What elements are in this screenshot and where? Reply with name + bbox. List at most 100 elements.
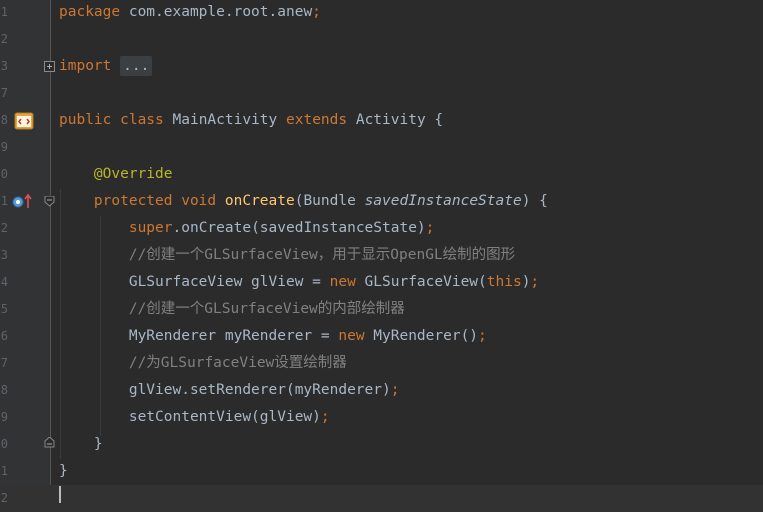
override-method-icon[interactable] [12,193,34,209]
code-token: ) { [521,193,548,209]
code-token: ; [390,382,400,398]
line-number: 1 [0,464,8,478]
code-line[interactable]: 1} [0,458,763,485]
code-token: extends [286,112,356,128]
fold-collapse-icon[interactable] [44,196,55,207]
line-code: //为GLSurfaceView设置绘制器 [59,350,347,377]
code-line[interactable]: 0 @Override [0,161,763,188]
code-token: new [338,328,374,344]
indent-guide [100,216,101,436]
code-line[interactable]: 1 protected void onCreate(Bundle savedIn… [0,188,763,215]
code-line[interactable]: 7 [0,80,763,107]
android-activity-icon[interactable] [14,112,34,130]
code-token: (Bundle [294,193,365,209]
line-number: 5 [0,302,8,316]
line-number: 7 [0,356,8,370]
code-token: package [59,4,129,20]
line-code: super.onCreate(savedInstanceState); [59,215,435,242]
code-token: Activity { [355,112,444,128]
code-line[interactable]: 0 } [0,431,763,458]
line-code: @Override [59,161,173,188]
line-number: 6 [0,329,8,343]
code-token: @Override [93,166,173,182]
line-code: public class MainActivity extends Activi… [59,107,443,134]
code-token: ; [478,328,487,344]
line-code: } [59,458,68,485]
code-line[interactable]: 6 MyRenderer myRenderer = new MyRenderer… [0,323,763,350]
line-number: 2 [0,32,8,46]
code-line[interactable]: 8 glView.setRenderer(myRenderer); [0,377,763,404]
line-code: import ... [59,53,153,80]
code-token: onCreate [224,193,295,209]
line-number: 1 [0,194,8,208]
line-number: 2 [0,491,8,505]
code-token: ; [530,274,540,290]
line-code: protected void onCreate(Bundle savedInst… [59,188,548,215]
line-code: //创建一个GLSurfaceView的内部绘制器 [59,296,405,323]
code-token: protected void [93,193,225,209]
line-code: //创建一个GLSurfaceView，用于显示OpenGL绘制的图形 [59,242,515,269]
code-token: GLSurfaceView( [364,274,487,290]
line-number: 1 [0,5,8,19]
code-token: //创建一个GLSurfaceView的内部绘制器 [128,301,405,317]
line-number: 7 [0,86,8,100]
line-number: 3 [0,59,8,73]
indent-guide [60,189,61,459]
line-number: 4 [0,275,8,289]
code-token: savedInstanceState [364,193,522,209]
code-line[interactable]: 2 [0,26,763,53]
code-token: public class [59,112,173,128]
line-number: 9 [0,410,8,424]
line-code: package com.example.root.anew; [59,0,321,26]
code-line[interactable]: 9 [0,134,763,161]
line-number: 0 [0,437,8,451]
code-line[interactable]: 5 //创建一个GLSurfaceView的内部绘制器 [0,296,763,323]
code-token: super [128,220,173,236]
line-code: GLSurfaceView glView = new GLSurfaceView… [59,269,539,296]
line-code: glView.setRenderer(myRenderer); [59,377,400,404]
code-line[interactable]: 2 [0,485,763,512]
code-token: ; [425,220,435,236]
code-token: ; [320,409,330,425]
line-code: } [59,431,103,458]
code-line[interactable]: 2 super.onCreate(savedInstanceState); [0,215,763,242]
line-number: 8 [0,383,8,397]
code-line[interactable]: 1 package com.example.root.anew; [0,0,763,26]
code-token: } [59,436,103,452]
code-token: MainActivity [172,112,286,128]
code-token: .onCreate(savedInstanceState) [172,220,426,236]
code-token: setContentView(glView) [59,409,321,425]
code-token: this [486,274,522,290]
code-line[interactable]: 3 import ... [0,53,763,80]
code-token: glView.setRenderer(myRenderer) [59,382,391,398]
line-number: 0 [0,167,8,181]
code-line[interactable]: 7 //为GLSurfaceView设置绘制器 [0,350,763,377]
line-number: 2 [0,221,8,235]
code-line[interactable]: 3 //创建一个GLSurfaceView，用于显示OpenGL绘制的图形 [0,242,763,269]
code-line[interactable]: 4 GLSurfaceView glView = new GLSurfaceVi… [0,269,763,296]
folded-imports[interactable]: ... [120,56,153,76]
code-token: } [59,463,68,479]
fold-end-icon[interactable] [44,437,55,448]
code-line[interactable]: 9 setContentView(glView); [0,404,763,431]
line-number: 3 [0,248,8,262]
line-code: MyRenderer myRenderer = new MyRenderer()… [59,323,487,350]
code-token: com.example.root.anew [128,4,313,20]
fold-expand-icon[interactable] [44,61,55,72]
code-token: ; [312,4,321,20]
text-caret [59,486,61,503]
code-token: new [329,274,365,290]
line-number: 9 [0,140,8,154]
line-number: 8 [0,113,8,127]
code-line[interactable]: 8 public class MainActivity extends Activ… [0,107,763,134]
code-token: import [59,58,121,74]
code-token: MyRenderer() [373,328,479,344]
code-token: //为GLSurfaceView设置绘制器 [128,355,347,371]
code-token: //创建一个GLSurfaceView，用于显示OpenGL绘制的图形 [128,247,516,263]
